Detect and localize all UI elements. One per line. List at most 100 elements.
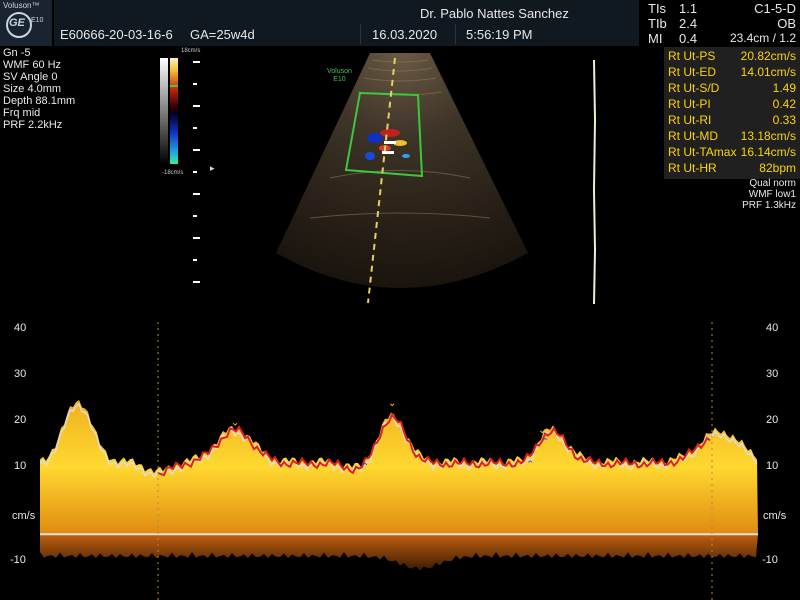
y-tick-label: 20 (766, 414, 779, 426)
depth-tick (193, 215, 197, 217)
focus-marker-icon: ▸ (210, 163, 215, 173)
measurement-row[interactable]: Rt Ut-TAmax 16.14cm/s (668, 143, 798, 160)
mi-value: 0.4 (679, 31, 698, 46)
measurement-label: Rt Ut-ED (668, 65, 716, 79)
spectral-param-quality: Qual norm (749, 178, 796, 189)
doppler-parameters: Gn -5 WMF 60 Hz SV Angle 0 Size 4.0mm De… (3, 47, 75, 131)
depth-tick (193, 105, 200, 107)
bmode-watermark: Voluson E10 (327, 68, 352, 84)
measurement-row[interactable]: Rt Ut-PI 0.42 (668, 95, 798, 112)
y-tick-label: 30 (14, 368, 27, 380)
depth-tick (193, 259, 197, 261)
spectral-param-prf: PRF 1.3kHz (742, 200, 796, 211)
peak-systole-marker-icon[interactable]: ⌄ (231, 417, 239, 428)
depth-tick (193, 281, 200, 283)
spectral-parameters: Qual norm WMF low1 PRF 1.3kHz (742, 178, 796, 211)
measurement-value: 20.82cm/s (740, 49, 796, 63)
measurement-value: 16.14cm/s (740, 145, 796, 159)
measurement-row[interactable]: Rt Ut-S/D 1.49 (668, 79, 798, 96)
application-preset: OB (777, 16, 796, 31)
y-tick-label: -10 (762, 554, 778, 566)
end-diastole-marker-icon[interactable]: ⌃ (361, 462, 369, 473)
param-frequency: Frq mid (3, 107, 41, 119)
tis-value: 1.1 (679, 1, 698, 16)
bmode-image (276, 53, 528, 304)
color-scale-bar: 18cm/s -18cm/s (160, 48, 200, 176)
measurement-label: Rt Ut-MD (668, 129, 718, 143)
patient-id: E60666-20-03-16-6 (60, 27, 173, 42)
depth-tick (193, 237, 200, 239)
param-wmf: WMF 60 Hz (3, 59, 62, 71)
measurement-row[interactable]: Rt Ut-PS 20.82cm/s (668, 47, 798, 64)
depth-tick (193, 83, 197, 85)
measurement-row[interactable]: Rt Ut-HR 82bpm (668, 159, 798, 176)
y-tick-label: 40 (14, 322, 27, 334)
gestational-age: GA=25w4d (190, 27, 255, 42)
y-tick-label: 20 (14, 414, 27, 426)
spectral-reverse-flow (40, 534, 758, 571)
measurement-row[interactable]: Rt Ut-ED 14.01cm/s (668, 63, 798, 80)
probe-name: C1-5-D (754, 1, 796, 16)
measurement-value: 0.33 (772, 113, 796, 127)
y-tick-label: -10 (10, 554, 26, 566)
exam-time: 5:56:19 PM (466, 27, 533, 42)
mi-label: MI (648, 31, 663, 46)
timeline-marker (592, 60, 597, 304)
measurement-value: 0.42 (772, 97, 796, 111)
y-axis-right: 40 30 20 10 -10 (760, 322, 800, 600)
measurement-label: Rt Ut-TAmax (668, 145, 737, 159)
measurement-label: Rt Ut-RI (668, 113, 712, 127)
color-scale-max: 18cm/s (181, 48, 201, 54)
velocity-unit-left: cm/s (12, 510, 36, 522)
measurement-value: 14.01cm/s (740, 65, 796, 79)
brand-label: Voluson™ (3, 1, 40, 10)
param-depth: Depth 88.1mm (3, 95, 76, 107)
measurement-label: Rt Ut-HR (668, 161, 717, 175)
header-divider (455, 24, 456, 44)
measurement-panel: Rt Ut-PS 20.82cm/s Rt Ut-ED 14.01cm/s Rt Ut-… (664, 47, 800, 179)
header-divider (360, 24, 361, 44)
doctor-name: Dr. Pablo Nattes Sanchez (420, 6, 569, 21)
measurement-label: Rt Ut-PI (668, 97, 711, 111)
depth-info: 23.4cm / 1.2 (729, 31, 796, 45)
depth-tick (193, 61, 200, 63)
depth-tick (193, 193, 200, 195)
color-scale-gradient (160, 58, 178, 164)
spectral-param-wmf: WMF low1 (748, 189, 796, 200)
tib-label: TIb (648, 16, 667, 31)
measurement-row[interactable]: Rt Ut-RI 0.33 (668, 111, 798, 128)
exam-date: 16.03.2020 (372, 27, 438, 42)
depth-tick (193, 171, 197, 173)
end-diastole-marker-icon[interactable]: ⌃ (526, 459, 534, 470)
tib-value: 2.4 (679, 16, 698, 31)
y-axis-left: 40 30 20 10 -10 (0, 322, 40, 600)
depth-tick (193, 127, 197, 129)
param-gain: Gn -5 (3, 47, 31, 59)
model-label: E10 (31, 17, 44, 24)
watermark-text: Voluson E10 (327, 68, 352, 83)
param-sv-angle: SV Angle 0 (3, 71, 58, 83)
param-prf: PRF 2.2kHz (3, 119, 63, 131)
peak-systole-marker-icon[interactable]: ⌄ (388, 398, 396, 409)
spectral-doppler-display: ⌄⌄⌄⌃ ⌃⌃ (40, 322, 758, 600)
y-tick-label: 40 (766, 322, 779, 334)
measurement-value: 1.49 (772, 81, 796, 95)
color-scale-min: -18cm/s (162, 170, 184, 176)
param-size: Size 4.0mm (3, 83, 62, 95)
spectral-forward-flow (40, 399, 758, 535)
end-diastole-marker-icon[interactable]: ⌃ (541, 437, 549, 448)
measurement-label: Rt Ut-PS (668, 49, 716, 63)
sample-volume-gate[interactable] (384, 141, 396, 144)
ge-logo: Voluson™ GE E10 (0, 0, 52, 46)
y-tick-label: 30 (766, 368, 779, 380)
velocity-unit-right: cm/s (763, 510, 787, 522)
sample-volume-gate[interactable] (382, 151, 394, 154)
measurement-label: Rt Ut-S/D (668, 81, 720, 95)
measurement-row[interactable]: Rt Ut-MD 13.18cm/s (668, 127, 798, 144)
measurement-value: 13.18cm/s (740, 129, 796, 143)
measurement-value: 82bpm (759, 161, 796, 175)
tis-label: TIs (648, 1, 667, 16)
peak-systole-marker-icon[interactable]: ⌄ (538, 425, 546, 436)
ge-logo-text: GE (9, 17, 25, 29)
y-tick-label: 10 (766, 460, 779, 472)
